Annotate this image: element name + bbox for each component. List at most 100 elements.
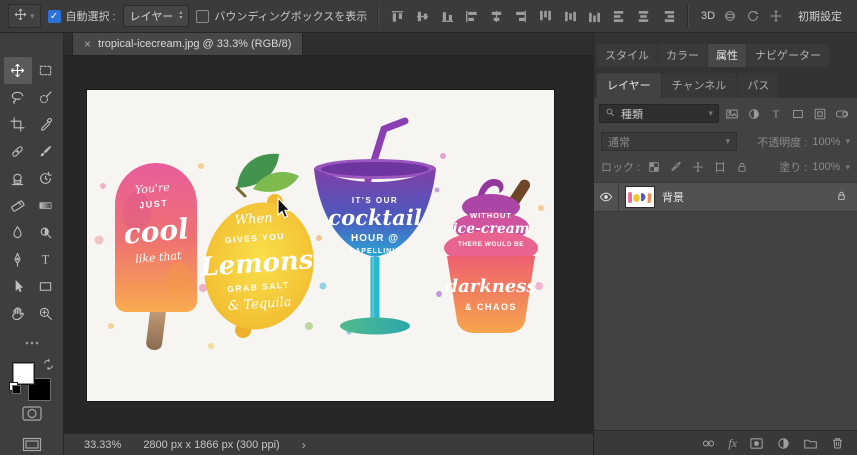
new-group-button[interactable] (803, 436, 818, 451)
bounding-box-checkbox[interactable]: バウンディングボックスを表示 (196, 8, 367, 24)
layer-thumbnail[interactable] (626, 187, 654, 207)
auto-select-target-dropdown[interactable]: レイヤー ▴▾ (123, 5, 190, 27)
opacity-value[interactable]: 100% (812, 136, 840, 148)
layer-filter-select[interactable]: 種類 ▾ (599, 104, 719, 123)
tab-styles[interactable]: スタイル (597, 44, 657, 67)
path-selection-tool[interactable] (4, 273, 32, 300)
align-right-edges-button[interactable] (512, 5, 530, 27)
default-colors-icon[interactable] (9, 382, 21, 394)
tab-color[interactable]: カラー (658, 44, 707, 67)
filter-toggle-switch[interactable] (832, 105, 851, 122)
layer-row-background[interactable]: 背景 (594, 182, 857, 212)
brush-tool[interactable] (32, 138, 60, 165)
layers-panel: 種類 ▾ T 通常 ▾ 不透明度 : (594, 98, 857, 430)
align-horizontal-centers-button[interactable] (487, 5, 505, 27)
blur-tool[interactable] (4, 219, 32, 246)
align-vertical-centers-button[interactable] (414, 5, 432, 27)
filter-image-button[interactable] (722, 105, 741, 122)
svg-text:HOUR @: HOUR @ (351, 233, 399, 244)
eyedropper-tool[interactable] (32, 111, 60, 138)
auto-select-checkbox[interactable]: ✓ 自動選択 : (48, 8, 116, 24)
edit-toolbar-button[interactable] (25, 337, 39, 349)
filter-adjustment-button[interactable] (744, 105, 763, 122)
workspace-switcher[interactable]: 初期設定 (791, 5, 849, 27)
lasso-tool[interactable] (4, 84, 32, 111)
layer-style-button[interactable]: fx (728, 436, 737, 451)
visibility-toggle[interactable] (594, 183, 619, 211)
layer-name: 背景 (662, 189, 684, 205)
zoom-tool[interactable] (32, 300, 60, 327)
svg-text:CAPELLINIS: CAPELLINIS (349, 248, 401, 255)
3d-pan-button[interactable] (768, 6, 784, 26)
tab-navigator[interactable]: ナビゲーター (747, 44, 829, 67)
type-tool[interactable]: T (32, 246, 60, 273)
distribute-right-edges-button[interactable] (660, 5, 678, 27)
screen-mode-button[interactable] (22, 437, 42, 455)
crop-tool[interactable] (4, 111, 32, 138)
status-chevron-icon[interactable]: › (302, 438, 306, 452)
tab-paths[interactable]: パス (737, 73, 779, 98)
artwork-svg: You're JUST cool like that (87, 90, 554, 401)
align-left-edges-button[interactable] (463, 5, 481, 27)
svg-text:WITHOUT: WITHOUT (470, 211, 512, 220)
history-brush-tool[interactable] (32, 165, 60, 192)
filter-type-button[interactable]: T (766, 105, 785, 122)
lock-all-button[interactable] (733, 160, 750, 175)
move-tool[interactable] (4, 57, 32, 84)
pen-tool[interactable] (4, 246, 32, 273)
filter-shape-button[interactable] (788, 105, 807, 122)
marquee-tool[interactable] (32, 57, 60, 84)
checkbox-unchecked-icon (196, 10, 209, 23)
distribute-bottom-edges-button[interactable] (586, 5, 604, 27)
shape-tool[interactable] (32, 273, 60, 300)
right-panel-dock: スタイル カラー 属性 ナビゲーター レイヤー チャンネル パス 種類 ▾ (593, 33, 857, 455)
distribute-left-edges-button[interactable] (610, 5, 628, 27)
filter-smart-object-button[interactable] (810, 105, 829, 122)
adjustment-layer-button[interactable] (776, 436, 791, 451)
tab-properties[interactable]: 属性 (708, 44, 746, 67)
swap-colors-icon[interactable] (43, 359, 54, 373)
zoom-level[interactable]: 33.33% (84, 439, 121, 451)
fill-value[interactable]: 100% (812, 161, 840, 173)
blend-mode-select[interactable]: 通常 ▾ (601, 132, 737, 151)
panel-tabs-layers: レイヤー チャンネル パス (594, 73, 857, 98)
canvas-area[interactable]: You're JUST cool like that (64, 56, 593, 433)
quick-selection-tool[interactable] (32, 84, 60, 111)
clone-stamp-tool[interactable] (4, 165, 32, 192)
lock-transparency-button[interactable] (645, 160, 662, 175)
3d-orbit-button[interactable] (722, 6, 738, 26)
distribute-vertical-centers-button[interactable] (561, 5, 579, 27)
add-mask-button[interactable] (749, 436, 764, 451)
eraser-tool[interactable] (4, 192, 32, 219)
options-separator (377, 5, 379, 27)
spinner-icon: ▴▾ (179, 11, 182, 21)
distribute-top-edges-button[interactable] (537, 5, 555, 27)
3d-roll-button[interactable] (745, 6, 761, 26)
caret-down-icon: ▾ (708, 108, 713, 119)
tab-close-button[interactable]: × (84, 37, 91, 51)
link-layers-button[interactable] (701, 436, 716, 451)
hand-tool[interactable] (4, 300, 32, 327)
align-bottom-edges-button[interactable] (438, 5, 456, 27)
lock-artboard-button[interactable] (711, 160, 728, 175)
tab-layers[interactable]: レイヤー (597, 73, 661, 98)
gradient-tool[interactable] (32, 192, 60, 219)
tool-preset-button[interactable]: ▾ (8, 4, 41, 28)
fill-label: 塗り : (779, 159, 807, 175)
artwork-image[interactable]: You're JUST cool like that (87, 90, 554, 401)
svg-text:cocktail: cocktail (328, 205, 421, 230)
dodge-tool[interactable] (32, 219, 60, 246)
delete-layer-button[interactable] (830, 436, 845, 451)
svg-text:cool: cool (122, 212, 190, 251)
document-tab[interactable]: × tropical-icecream.jpg @ 33.3% (RGB/8) (72, 33, 303, 55)
align-top-edges-button[interactable] (389, 5, 407, 27)
quick-mask-button[interactable] (22, 406, 42, 425)
document-area: × tropical-icecream.jpg @ 33.3% (RGB/8) (64, 33, 593, 455)
tab-channels[interactable]: チャンネル (662, 73, 737, 98)
svg-text:T: T (772, 109, 779, 120)
caret-down-icon: ▾ (725, 136, 730, 147)
distribute-horizontal-centers-button[interactable] (635, 5, 653, 27)
lock-paint-button[interactable] (667, 160, 684, 175)
lock-position-button[interactable] (689, 160, 706, 175)
healing-brush-tool[interactable] (4, 138, 32, 165)
